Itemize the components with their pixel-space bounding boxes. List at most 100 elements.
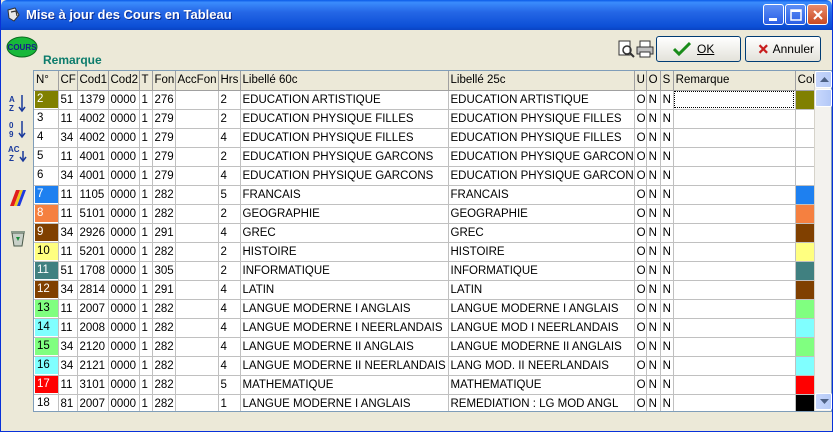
cell-hrs[interactable]: 5 [218,185,241,205]
scroll-down-button[interactable] [815,393,832,410]
cell-hrs[interactable]: 4 [218,223,241,243]
col-header-t[interactable]: T [139,71,153,91]
row-number-cell[interactable]: 5 [34,147,59,167]
cell-lib60[interactable]: FRANCAIS [240,185,449,205]
cell-lib25[interactable]: LANG MOD. II NEERLANDAIS [448,356,635,376]
cell-lib25[interactable]: EDUCATION PHYSIQUE FILLES [448,109,635,129]
cell-cod2[interactable]: 0000 [108,299,140,319]
cell-lib60[interactable]: LANGUE MODERNE II ANGLAIS [240,337,449,357]
cell-s[interactable]: N [660,128,674,148]
cell-hrs[interactable]: 2 [218,204,241,224]
cell-cod1[interactable]: 2814 [77,280,109,300]
cell-hrs[interactable]: 2 [218,147,241,167]
cell-o[interactable]: N [646,261,661,281]
cell-cod1[interactable]: 2007 [77,394,109,411]
cell-cod2[interactable]: 0000 [108,185,140,205]
course-grid[interactable]: N° CF Cod1 Cod2 T Fon AccFon Hrs Libellé… [33,70,832,412]
cell-t[interactable]: 1 [139,204,153,224]
cell-s[interactable]: N [660,90,674,110]
cell-cf[interactable]: 34 [58,356,78,376]
cell-s[interactable]: N [660,109,674,129]
cell-fon[interactable]: 279 [152,166,176,186]
cell-lib60[interactable]: LANGUE MODERNE I ANGLAIS [240,299,449,319]
cell-accfon[interactable] [175,280,219,300]
cell-u[interactable]: O [634,280,647,300]
row-number-cell[interactable]: 7 [34,185,59,205]
cell-hrs[interactable]: 4 [218,299,241,319]
cell-u[interactable]: O [634,128,647,148]
cell-fon[interactable]: 282 [152,299,176,319]
cell-cod2[interactable]: 0000 [108,261,140,281]
col-header-libelle-60c[interactable]: Libellé 60c [240,71,449,91]
cell-hrs[interactable]: 2 [218,109,241,129]
cell-cod1[interactable]: 2926 [77,223,109,243]
cell-o[interactable]: N [646,90,661,110]
cell-u[interactable]: O [634,242,647,262]
cell-lib60[interactable]: GREC [240,223,449,243]
cell-t[interactable]: 1 [139,337,153,357]
cell-lib25[interactable]: EDUCATION PHYSIQUE GARCON [448,147,635,167]
cell-accfon[interactable] [175,166,219,186]
cell-lib60[interactable]: GEOGRAPHIE [240,204,449,224]
minimize-button[interactable] [763,4,784,25]
cell-t[interactable]: 1 [139,185,153,205]
cell-t[interactable]: 1 [139,166,153,186]
ok-button[interactable]: OK [656,36,741,62]
cell-fon[interactable]: 291 [152,223,176,243]
cell-accfon[interactable] [175,90,219,110]
cell-lib60[interactable]: LANGUE MODERNE II NEERLANDAIS [240,356,449,376]
table-row[interactable]: 13 11 2007 0000 1 282 4 LANGUE MODERNE I ANGLAI… [34,299,823,319]
cell-u[interactable]: O [634,223,647,243]
cell-cod2[interactable]: 0000 [108,223,140,243]
row-number-cell[interactable]: 15 [34,337,59,357]
cell-o[interactable]: N [646,128,661,148]
cell-lib60[interactable]: EDUCATION PHYSIQUE GARCONS [240,147,449,167]
cell-lib60[interactable]: LANGUE MODERNE I ANGLAIS [240,394,449,411]
cell-lib25[interactable]: LANGUE MOD I NEERLANDAIS [448,318,635,338]
cell-t[interactable]: 1 [139,128,153,148]
cell-u[interactable]: O [634,318,647,338]
table-row[interactable]: 4 34 4002 0000 1 279 4 EDUCATION PHYSIQUE FILLE… [34,128,823,148]
cell-remarque[interactable] [673,128,796,148]
table-row[interactable]: 17 11 3101 0000 1 282 5 MATHEMATIQUE MATHEMATIQU… [34,375,823,395]
table-row[interactable]: 12 34 2814 0000 1 291 4 LATIN LATIN O N N [34,280,823,300]
cell-s[interactable]: N [660,318,674,338]
cell-fon[interactable]: 279 [152,147,176,167]
print-preview-icon[interactable] [617,40,635,58]
table-row[interactable]: 3 11 4002 0000 1 279 2 EDUCATION PHYSIQUE FILLE… [34,109,823,129]
cell-o[interactable]: N [646,166,661,186]
cell-remarque[interactable] [673,109,796,129]
cell-u[interactable]: O [634,299,647,319]
printer-icon[interactable] [636,40,654,58]
cell-fon[interactable]: 282 [152,375,176,395]
scroll-up-button[interactable] [815,71,832,88]
row-number-cell[interactable]: 11 [34,261,59,281]
cell-remarque[interactable] [673,223,796,243]
cell-hrs[interactable]: 4 [218,280,241,300]
cell-cod1[interactable]: 4002 [77,128,109,148]
cell-remarque[interactable] [673,261,796,281]
cell-fon[interactable]: 282 [152,204,176,224]
cell-remarque[interactable] [673,299,796,319]
cell-cf[interactable]: 11 [58,318,78,338]
cell-u[interactable]: O [634,394,647,411]
cell-s[interactable]: N [660,185,674,205]
cell-s[interactable]: N [660,166,674,186]
cell-t[interactable]: 1 [139,109,153,129]
cell-fon[interactable]: 282 [152,356,176,376]
cell-accfon[interactable] [175,299,219,319]
cell-t[interactable]: 1 [139,261,153,281]
table-row[interactable]: 2 51 1379 0000 1 276 2 EDUCATION ARTISTIQUE EDUC… [34,90,823,110]
cell-fon[interactable]: 282 [152,242,176,262]
cell-u[interactable]: O [634,166,647,186]
cell-u[interactable]: O [634,147,647,167]
row-number-cell[interactable]: 14 [34,318,59,338]
sort-numeric-icon[interactable]: 0 9 [8,119,28,139]
row-number-cell[interactable]: 8 [34,204,59,224]
table-row[interactable]: 10 11 5201 0000 1 282 2 HISTOIRE HISTOIRE O N N [34,242,823,262]
cell-cod1[interactable]: 1105 [77,185,109,205]
cell-cod2[interactable]: 0000 [108,356,140,376]
cell-t[interactable]: 1 [139,147,153,167]
cell-o[interactable]: N [646,204,661,224]
cell-lib25[interactable]: EDUCATION PHYSIQUE FILLES [448,128,635,148]
